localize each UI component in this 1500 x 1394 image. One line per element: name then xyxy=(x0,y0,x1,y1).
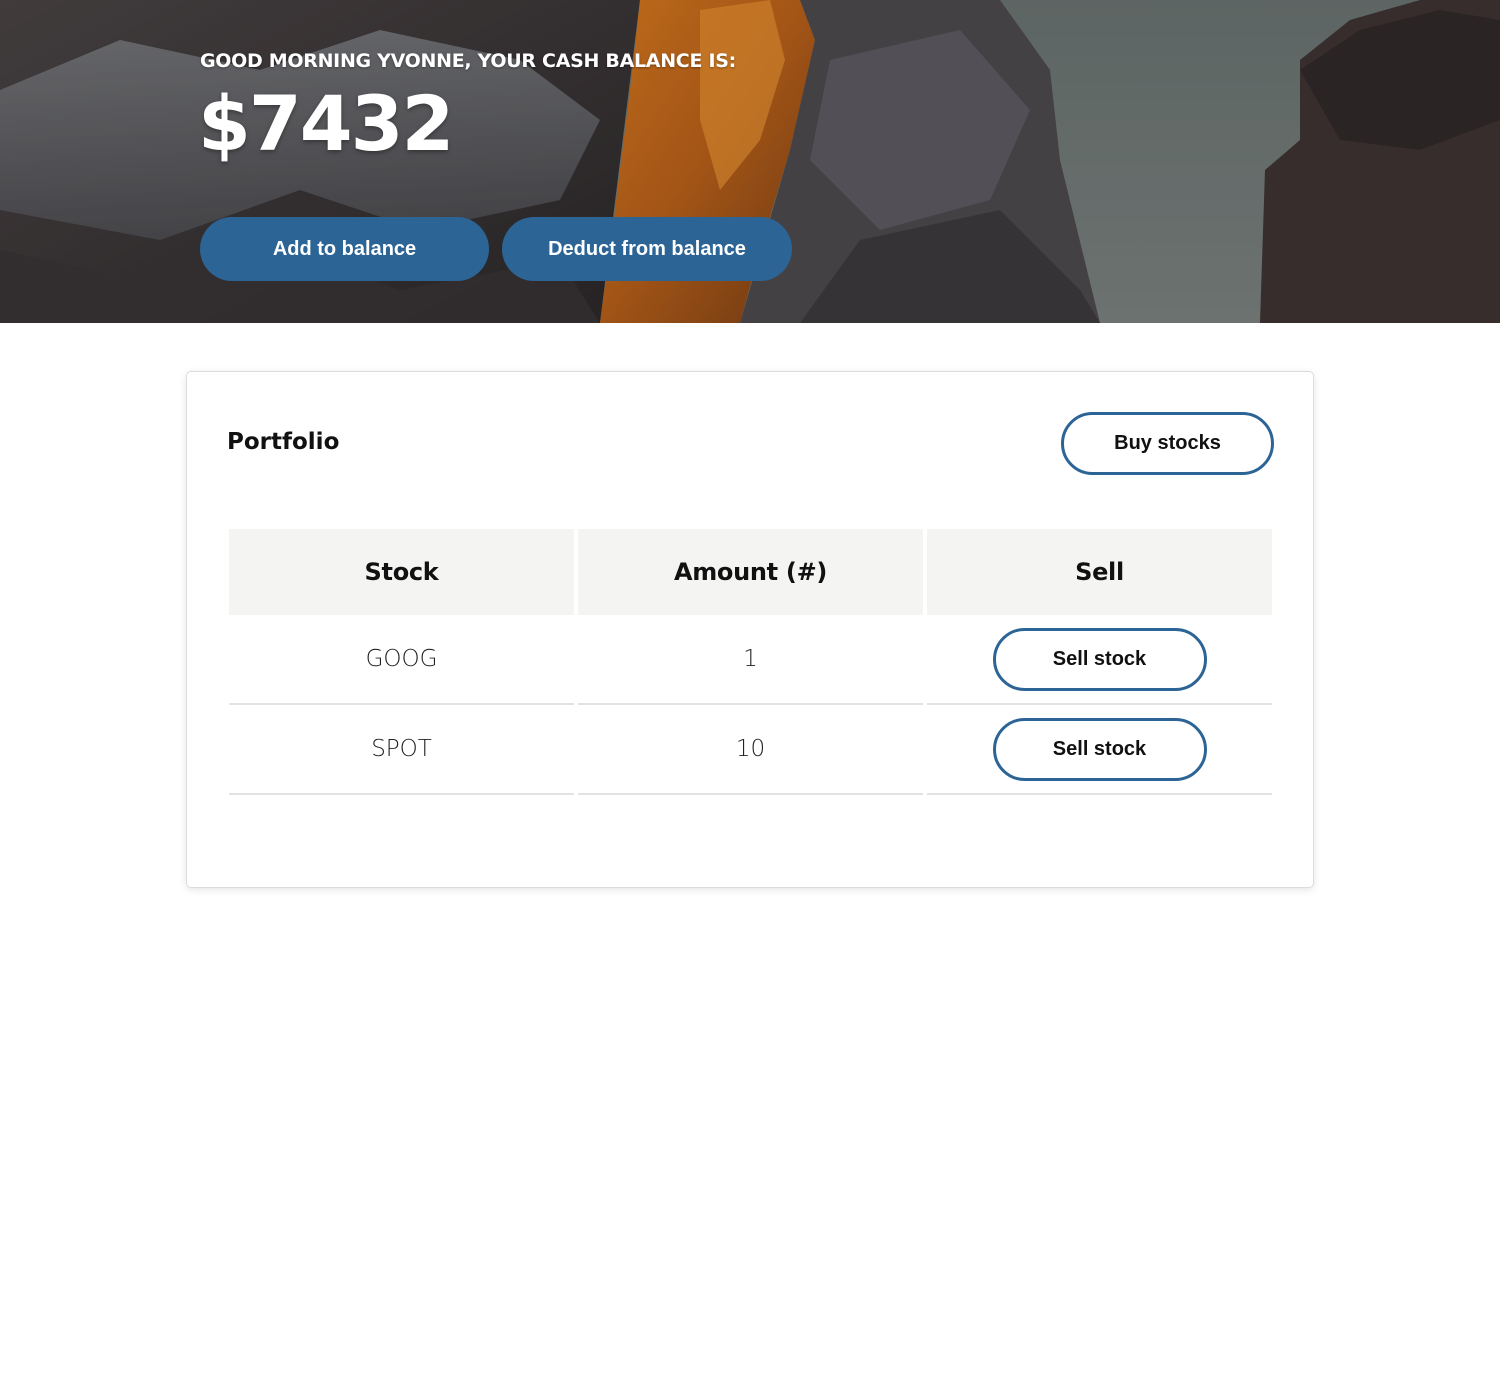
portfolio-card: Portfolio Buy stocks Stock Amount (#) Se… xyxy=(186,371,1314,888)
portfolio-table: Stock Amount (#) Sell GOOG 1 Sell stock … xyxy=(229,529,1272,795)
hero-banner: GOOD MORNING YVONNE, YOUR CASH BALANCE I… xyxy=(0,0,1500,323)
column-header-sell: Sell xyxy=(927,529,1272,615)
stock-amount: 1 xyxy=(578,615,923,705)
column-header-stock: Stock xyxy=(229,529,574,615)
greeting-text: GOOD MORNING YVONNE, YOUR CASH BALANCE I… xyxy=(200,50,736,72)
add-to-balance-button[interactable]: Add to balance xyxy=(200,217,489,281)
stock-amount: 10 xyxy=(578,705,923,795)
table-header-row: Stock Amount (#) Sell xyxy=(229,529,1272,615)
sell-cell: Sell stock xyxy=(927,615,1272,705)
deduct-from-balance-button[interactable]: Deduct from balance xyxy=(502,217,792,281)
table-row: SPOT 10 Sell stock xyxy=(229,705,1272,795)
cash-balance: $7432 xyxy=(198,79,454,168)
portfolio-title: Portfolio xyxy=(227,429,340,455)
stock-symbol: SPOT xyxy=(229,705,574,795)
stock-symbol: GOOG xyxy=(229,615,574,705)
sell-stock-button[interactable]: Sell stock xyxy=(992,627,1207,691)
column-header-amount: Amount (#) xyxy=(578,529,923,615)
sell-stock-button[interactable]: Sell stock xyxy=(992,717,1207,781)
table-row: GOOG 1 Sell stock xyxy=(229,615,1272,705)
sell-cell: Sell stock xyxy=(927,705,1272,795)
buy-stocks-button[interactable]: Buy stocks xyxy=(1061,412,1274,475)
